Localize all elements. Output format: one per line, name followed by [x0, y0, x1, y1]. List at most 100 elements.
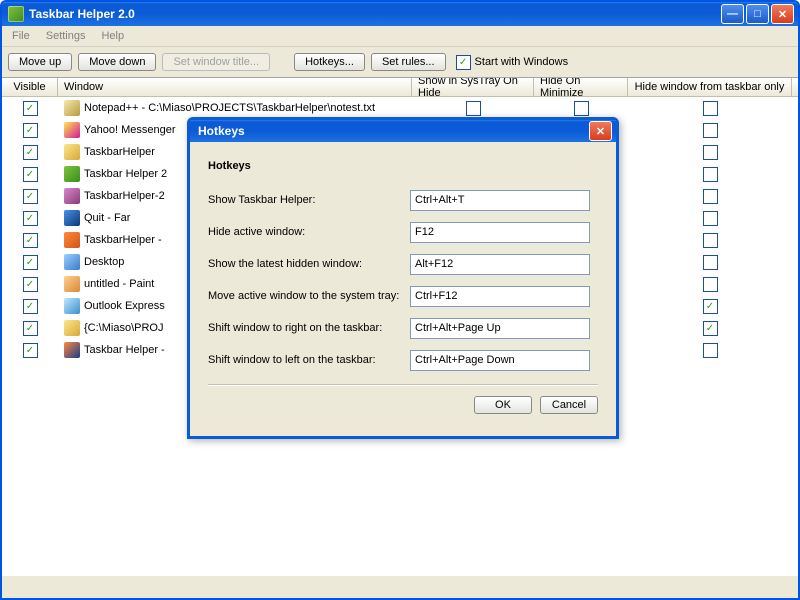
set-rules-button[interactable]: Set rules...: [371, 53, 446, 71]
visible-checkbox[interactable]: ✓: [23, 277, 38, 292]
grid-header: Visible Window Show in SysTray On Hide H…: [2, 78, 798, 97]
app-row-icon: [64, 254, 80, 270]
close-button[interactable]: ✕: [771, 4, 794, 24]
hide-taskbar-checkbox[interactable]: [703, 167, 718, 182]
col-systray[interactable]: Show in SysTray On Hide: [412, 78, 534, 96]
dialog-body: Hotkeys Show Taskbar Helper: Hide active …: [190, 142, 616, 424]
hide-taskbar-checkbox[interactable]: [703, 145, 718, 160]
app-row-icon: [64, 276, 80, 292]
hotkey-row: Show the latest hidden window:: [208, 248, 598, 280]
window-name: TaskbarHelper -: [84, 234, 162, 246]
cancel-button[interactable]: Cancel: [540, 396, 598, 414]
window-name: Taskbar Helper 2: [84, 168, 167, 180]
menubar: File Settings Help: [2, 26, 798, 47]
hotkey-input[interactable]: [410, 222, 590, 243]
hotkey-label: Show Taskbar Helper:: [208, 194, 410, 206]
app-row-icon: [64, 210, 80, 226]
visible-checkbox[interactable]: ✓: [23, 145, 38, 160]
hide-taskbar-checkbox[interactable]: [703, 255, 718, 270]
menu-file[interactable]: File: [4, 28, 38, 44]
toolbar: Move up Move down Set window title... Ho…: [2, 47, 798, 77]
separator: [208, 384, 598, 386]
hide-taskbar-checkbox[interactable]: [703, 211, 718, 226]
app-row-icon: [64, 232, 80, 248]
hotkey-label: Shift window to left on the taskbar:: [208, 354, 410, 366]
visible-checkbox[interactable]: ✓: [23, 167, 38, 182]
hotkey-label: Move active window to the system tray:: [208, 290, 410, 302]
dialog-title: Hotkeys: [198, 124, 589, 138]
window-name: TaskbarHelper-2: [84, 190, 165, 202]
ok-button[interactable]: OK: [474, 396, 532, 414]
visible-checkbox[interactable]: ✓: [23, 299, 38, 314]
app-row-icon: [64, 166, 80, 182]
app-row-icon: [64, 342, 80, 358]
hotkey-input[interactable]: [410, 318, 590, 339]
hotkey-row: Show Taskbar Helper:: [208, 184, 598, 216]
hotkey-input[interactable]: [410, 254, 590, 275]
systray-checkbox[interactable]: [466, 101, 481, 116]
hide-taskbar-checkbox[interactable]: ✓: [703, 299, 718, 314]
start-windows-label: Start with Windows: [475, 56, 569, 68]
menu-help[interactable]: Help: [93, 28, 132, 44]
hotkeys-button[interactable]: Hotkeys...: [294, 53, 365, 71]
app-row-icon: [64, 188, 80, 204]
app-icon: [8, 6, 24, 22]
app-row-icon: [64, 298, 80, 314]
visible-checkbox[interactable]: ✓: [23, 321, 38, 336]
app-row-icon: [64, 122, 80, 138]
hide-taskbar-checkbox[interactable]: [703, 123, 718, 138]
window-name: {C:\Miaso\PROJ: [84, 322, 163, 334]
app-row-icon: [64, 100, 80, 116]
hide-min-checkbox[interactable]: [574, 101, 589, 116]
minimize-button[interactable]: —: [721, 4, 744, 24]
hotkey-input[interactable]: [410, 286, 590, 307]
app-row-icon: [64, 144, 80, 160]
hotkey-row: Hide active window:: [208, 216, 598, 248]
window-name: Quit - Far: [84, 212, 130, 224]
visible-checkbox[interactable]: ✓: [23, 233, 38, 248]
visible-checkbox[interactable]: ✓: [23, 255, 38, 270]
visible-checkbox[interactable]: ✓: [23, 123, 38, 138]
hotkey-label: Hide active window:: [208, 226, 410, 238]
col-window[interactable]: Window: [58, 78, 412, 96]
hide-taskbar-checkbox[interactable]: [703, 277, 718, 292]
hide-taskbar-checkbox[interactable]: ✓: [703, 321, 718, 336]
app-row-icon: [64, 320, 80, 336]
visible-checkbox[interactable]: ✓: [23, 211, 38, 226]
set-title-button: Set window title...: [162, 53, 270, 71]
hotkey-input[interactable]: [410, 190, 590, 211]
hide-taskbar-checkbox[interactable]: [703, 101, 718, 116]
visible-checkbox[interactable]: ✓: [23, 101, 38, 116]
col-hide-taskbar[interactable]: Hide window from taskbar only: [628, 78, 792, 96]
col-hide-min[interactable]: Hide On Minimize: [534, 78, 628, 96]
window-name: TaskbarHelper: [84, 146, 155, 158]
hotkey-row: Move active window to the system tray:: [208, 280, 598, 312]
titlebar[interactable]: Taskbar Helper 2.0 — □ ✕: [2, 2, 798, 26]
window-name: Taskbar Helper -: [84, 344, 165, 356]
window-controls: — □ ✕: [721, 4, 794, 24]
dialog-titlebar[interactable]: Hotkeys ✕: [190, 120, 616, 142]
hotkey-input[interactable]: [410, 350, 590, 371]
start-windows-checkbox[interactable]: ✓: [456, 55, 471, 70]
window-title: Taskbar Helper 2.0: [29, 7, 721, 21]
hide-taskbar-checkbox[interactable]: [703, 189, 718, 204]
maximize-button[interactable]: □: [746, 4, 769, 24]
dialog-close-button[interactable]: ✕: [589, 121, 612, 141]
window-name: Desktop: [84, 256, 124, 268]
col-visible[interactable]: Visible: [2, 78, 58, 96]
visible-checkbox[interactable]: ✓: [23, 189, 38, 204]
move-down-button[interactable]: Move down: [78, 53, 156, 71]
window-name: Outlook Express: [84, 300, 165, 312]
visible-checkbox[interactable]: ✓: [23, 343, 38, 358]
hotkey-row: Shift window to right on the taskbar:: [208, 312, 598, 344]
dialog-caption: Hotkeys: [208, 160, 598, 172]
hide-taskbar-checkbox[interactable]: [703, 233, 718, 248]
hotkey-label: Show the latest hidden window:: [208, 258, 410, 270]
table-row[interactable]: ✓Notepad++ - C:\Miaso\PROJECTS\TaskbarHe…: [2, 97, 798, 119]
menu-settings[interactable]: Settings: [38, 28, 94, 44]
start-windows-option[interactable]: ✓ Start with Windows: [456, 55, 569, 70]
move-up-button[interactable]: Move up: [8, 53, 72, 71]
window-name: untitled - Paint: [84, 278, 154, 290]
hotkeys-dialog: Hotkeys ✕ Hotkeys Show Taskbar Helper: Hi…: [187, 117, 619, 439]
hide-taskbar-checkbox[interactable]: [703, 343, 718, 358]
